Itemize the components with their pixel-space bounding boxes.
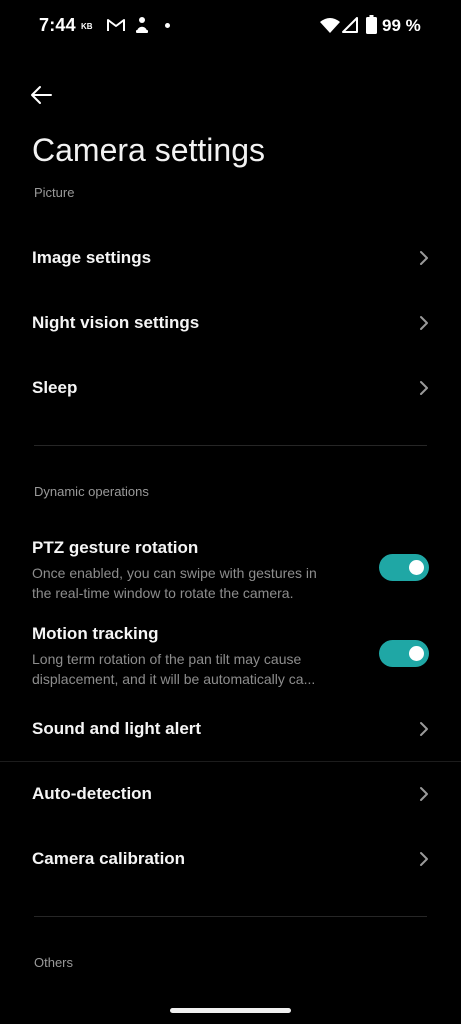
chevron-right-icon (420, 251, 428, 265)
home-indicator[interactable] (170, 1008, 291, 1013)
auto-detection-item[interactable]: Auto-detection (0, 762, 461, 826)
sound-and-light-alert-item[interactable]: Sound and light alert (0, 697, 461, 761)
status-time: 7:44 (39, 15, 76, 35)
chevron-right-icon (420, 852, 428, 866)
toggle-knob (409, 646, 424, 661)
battery-percentage: 99 % (382, 16, 421, 35)
back-button[interactable] (26, 80, 56, 110)
signal-icon (342, 17, 358, 33)
description-line: displacement, and it will be automatical… (32, 671, 316, 687)
sleep-item[interactable]: Sleep (0, 356, 461, 420)
description-line: the real-time window to rotate the camer… (32, 585, 294, 601)
section-header-dynamic-operations: Dynamic operations (34, 484, 149, 499)
camera-calibration-item[interactable]: Camera calibration (0, 827, 461, 891)
section-header-picture: Picture (34, 185, 75, 200)
chevron-right-icon (420, 381, 428, 395)
toggle-knob (409, 560, 424, 575)
wifi-icon (320, 18, 340, 33)
status-network-speed: KB (81, 22, 93, 31)
ptz-gesture-rotation-item: PTZ gesture rotation Once enabled, you c… (0, 528, 461, 608)
motion-tracking-toggle[interactable] (379, 640, 429, 667)
arrow-left-icon (31, 86, 52, 104)
motion-tracking-description: Long term rotation of the pan tilt may c… (32, 649, 352, 689)
chevron-right-icon (420, 787, 428, 801)
ptz-gesture-rotation-toggle[interactable] (379, 554, 429, 581)
section-header-others: Others (34, 955, 74, 970)
section-divider (34, 445, 427, 446)
sleep-label: Sleep (32, 378, 78, 397)
auto-detection-label: Auto-detection (32, 784, 152, 803)
night-vision-settings-label: Night vision settings (32, 313, 200, 332)
ptz-gesture-rotation-description: Once enabled, you can swipe with gesture… (32, 563, 352, 603)
gmail-icon (107, 19, 125, 31)
page-title: Camera settings (32, 132, 265, 168)
status-bar: 7:44 KB 99 % (0, 0, 461, 52)
motion-tracking-item: Motion tracking Long term rotation of th… (0, 614, 461, 694)
ptz-gesture-rotation-label: PTZ gesture rotation (32, 538, 199, 557)
chevron-right-icon (420, 316, 428, 330)
image-settings-label: Image settings (32, 248, 152, 267)
motion-tracking-label: Motion tracking (32, 624, 159, 643)
image-settings-item[interactable]: Image settings (0, 226, 461, 290)
notification-dot-icon (165, 23, 170, 28)
night-vision-settings-item[interactable]: Night vision settings (0, 291, 461, 355)
description-line: Long term rotation of the pan tilt may c… (32, 651, 302, 667)
section-divider (34, 916, 427, 917)
battery-icon (366, 15, 377, 34)
chevron-right-icon (420, 722, 428, 736)
camera-calibration-label: Camera calibration (32, 849, 186, 868)
app-notification-icon (136, 17, 148, 33)
description-line: Once enabled, you can swipe with gesture… (32, 565, 317, 581)
sound-and-light-alert-label: Sound and light alert (32, 719, 202, 738)
